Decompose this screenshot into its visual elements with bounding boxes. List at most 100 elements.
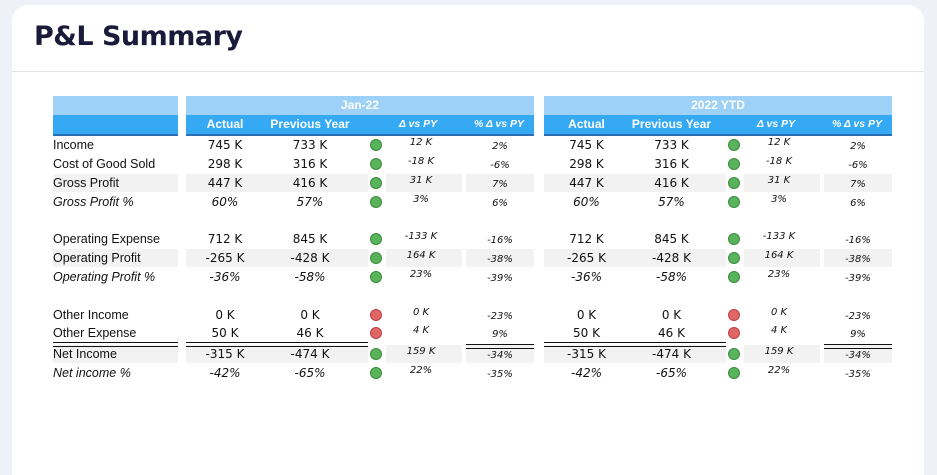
red-status-dot-icon	[370, 327, 382, 339]
green-status-dot-icon	[370, 271, 382, 283]
red-status-dot-icon	[728, 327, 740, 339]
cell-pct-delta-vs-py: -38%	[487, 254, 513, 265]
cell-delta-vs-py: 164 K	[406, 250, 436, 261]
row-labels-column: Income Cost of Good Sold Gross Profit Gross…	[53, 96, 178, 380]
cell-delta-vs-py: 164 K	[764, 250, 794, 261]
cell-actual: 50 K	[211, 326, 239, 340]
total-double-rule	[53, 342, 178, 347]
green-status-dot-icon	[728, 177, 740, 189]
row-label-operating-profit: Operating Profit %	[53, 270, 156, 284]
cell-delta-vs-py: 12 K	[409, 137, 433, 148]
total-double-rule	[186, 342, 368, 347]
cell-pct-delta-vs-py: -34%	[845, 350, 871, 361]
col-pct-delta-vs-py: % Δ vs PY	[473, 118, 525, 130]
cell-pct-delta-vs-py: 7%	[492, 179, 508, 190]
cell-actual: 60%	[573, 195, 600, 209]
green-status-dot-icon	[728, 348, 740, 360]
green-status-dot-icon	[370, 139, 382, 151]
cell-actual: -42%	[570, 366, 602, 380]
cell-actual: 298 K	[207, 157, 243, 171]
period-block-2022-ytd: 2022 YTD Actual Previous Year Δ vs PY % …	[544, 96, 892, 380]
col-pct-delta-vs-py: % Δ vs PY	[831, 118, 883, 130]
col-delta-vs-py: Δ vs PY	[398, 118, 438, 130]
col-actual: Actual	[206, 117, 244, 131]
col-previous-year: Previous Year	[631, 117, 712, 131]
row-label-other-expense: Other Expense	[53, 326, 137, 340]
green-status-dot-icon	[728, 233, 740, 245]
red-status-dot-icon	[370, 309, 382, 321]
green-status-dot-icon	[370, 367, 382, 379]
cell-actual: 745 K	[569, 138, 604, 152]
cell-previous-year: 57%	[658, 195, 685, 209]
cell-actual: 0 K	[576, 308, 597, 322]
green-status-dot-icon	[728, 158, 740, 170]
cell-pct-delta-vs-py: -39%	[487, 273, 513, 284]
cell-delta-vs-py: -18 K	[407, 156, 435, 167]
row-label-cost-of-good-sold: Cost of Good Sold	[53, 157, 156, 171]
total-double-rule	[824, 344, 892, 349]
cell-pct-delta-vs-py: -23%	[845, 311, 871, 322]
green-status-dot-icon	[370, 196, 382, 208]
cell-pct-delta-vs-py: -34%	[487, 350, 513, 361]
cell-pct-delta-vs-py: 9%	[850, 329, 866, 340]
cell-actual: -42%	[209, 366, 241, 380]
cell-previous-year: 46 K	[658, 326, 685, 340]
cell-delta-vs-py: 22%	[767, 365, 791, 376]
cell-previous-year: 845 K	[654, 232, 689, 246]
cell-delta-vs-py: 22%	[409, 365, 433, 376]
cell-actual: -315 K	[205, 347, 245, 361]
cell-pct-delta-vs-py: -16%	[845, 235, 871, 246]
cell-delta-vs-py: 0 K	[412, 307, 430, 318]
cell-delta-vs-py: 3%	[413, 194, 429, 205]
green-status-dot-icon	[728, 271, 740, 283]
col-delta-vs-py: Δ vs PY	[756, 118, 796, 130]
cell-pct-delta-vs-py: 2%	[850, 141, 866, 152]
cell-pct-delta-vs-py: -6%	[848, 160, 868, 171]
green-status-dot-icon	[728, 139, 740, 151]
cell-delta-vs-py: 0 K	[770, 307, 788, 318]
cell-previous-year: 316 K	[292, 157, 328, 171]
green-status-dot-icon	[370, 252, 382, 264]
cell-pct-delta-vs-py: 2%	[492, 141, 508, 152]
cell-previous-year: 416 K	[654, 176, 689, 190]
cell-delta-vs-py: 4 K	[412, 325, 430, 336]
row-label-net-income: Net Income	[53, 345, 178, 363]
cell-pct-delta-vs-py: -39%	[845, 273, 871, 284]
row-label-operating-profit: Operating Profit	[53, 249, 178, 267]
cell-actual: 712 K	[569, 232, 604, 246]
cell-actual: 447 K	[569, 176, 604, 190]
cell-previous-year: 316 K	[654, 157, 689, 171]
row-label-other-income: Other Income	[53, 308, 129, 322]
cell-previous-year: -65%	[294, 366, 326, 380]
title-divider	[12, 71, 924, 72]
cell-actual: -36%	[570, 270, 602, 284]
green-status-dot-icon	[370, 158, 382, 170]
cell-pct-delta-vs-py: -16%	[487, 235, 513, 246]
total-double-rule	[466, 344, 534, 349]
cell-previous-year: 46 K	[296, 326, 324, 340]
cell-previous-year: -65%	[655, 366, 687, 380]
row-label-gross-profit: Gross Profit %	[53, 195, 134, 209]
green-status-dot-icon	[728, 252, 740, 264]
cell-delta-vs-py: 159 K	[764, 346, 794, 357]
green-status-dot-icon	[728, 367, 740, 379]
cell-previous-year: -474 K	[652, 347, 691, 361]
cell-delta-vs-py: 159 K	[406, 346, 436, 357]
cell-actual: -265 K	[205, 251, 245, 265]
green-status-dot-icon	[370, 348, 382, 360]
cell-delta-vs-py: 23%	[409, 269, 433, 280]
cell-actual: 745 K	[207, 138, 243, 152]
cell-pct-delta-vs-py: 6%	[850, 198, 866, 209]
col-previous-year: Previous Year	[270, 117, 350, 131]
red-status-dot-icon	[728, 309, 740, 321]
page-title: P&L Summary	[34, 21, 243, 52]
cell-actual: 298 K	[569, 157, 604, 171]
cell-previous-year: 57%	[296, 195, 324, 209]
row-label-gross-profit: Gross Profit	[53, 174, 178, 192]
cell-actual: 50 K	[573, 326, 600, 340]
cell-previous-year: 845 K	[292, 232, 328, 246]
cell-delta-vs-py: 12 K	[767, 137, 791, 148]
period-block-jan-22: Jan-22 Actual Previous Year Δ vs PY % Δ …	[186, 96, 534, 380]
labels-header-bottom	[53, 115, 178, 136]
cell-previous-year: -474 K	[290, 347, 330, 361]
